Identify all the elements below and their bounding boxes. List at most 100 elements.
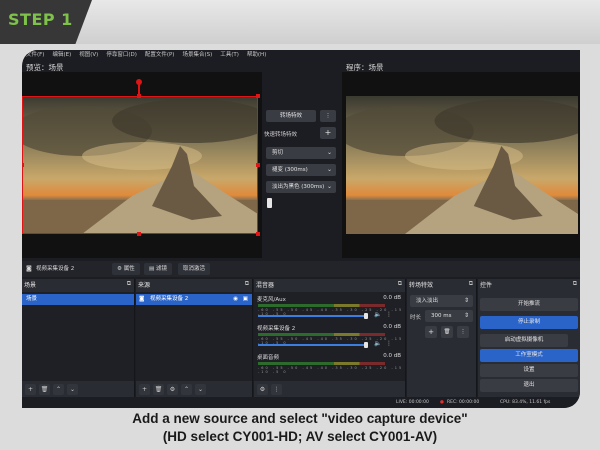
arrow-up-icon[interactable]: ⌃	[53, 384, 64, 395]
add-quick-transition-button[interactable]: +	[320, 127, 336, 139]
deactivate-button[interactable]: 取消激活	[178, 263, 211, 275]
volume-slider-thumb[interactable]	[364, 342, 368, 348]
rec-status: REC: 00:00:00	[447, 400, 480, 405]
volume-slider-thumb[interactable]	[364, 313, 368, 319]
quick-transition-cut-label: 剪切	[272, 150, 284, 156]
resize-handle-bottom-right[interactable]	[256, 232, 260, 236]
volume-slider[interactable]	[258, 344, 368, 346]
speaker-icon[interactable]: 🔈	[374, 311, 381, 318]
header-band	[0, 0, 600, 44]
quick-transition-fade-to-black[interactable]: 淡出为黑色 (300ms) ⌄	[266, 181, 336, 193]
transition-more-button[interactable]: ⋮	[320, 110, 336, 122]
quick-transition-fade[interactable]: 褪变 (300ms) ⌄	[266, 164, 336, 176]
menu-docks[interactable]: 停靠窗口(D)	[106, 50, 137, 61]
status-bar: LIVE: 00:00:00 ● REC: 00:00:00 CPU: 83.4…	[22, 397, 580, 408]
studio-mode-button[interactable]: 工作室模式	[480, 349, 578, 362]
dock-undock-icon[interactable]: ⧉	[573, 280, 577, 288]
transition-button[interactable]: 转场特效	[266, 110, 316, 122]
chevron-down-icon: ⌄	[326, 166, 332, 173]
settings-button[interactable]: 设置	[480, 364, 578, 377]
mixer-channel-name: 桌面音频	[257, 355, 280, 361]
resize-handle-bottom[interactable]	[137, 232, 141, 236]
arrow-down-icon[interactable]: ⌄	[67, 384, 78, 395]
trash-icon[interactable]: 🗑	[153, 384, 164, 395]
scene-item[interactable]: 场景	[22, 294, 134, 305]
resize-handle-left[interactable]	[22, 163, 24, 167]
live-status: LIVE: 00:00:00	[396, 400, 429, 405]
transitions-dock-body: 淡入淡出 ⇕ 时长 300 ms ⇕ + 🗑 ⋮	[407, 292, 476, 381]
filters-button-label: 滤镜	[155, 266, 167, 272]
filters-button[interactable]: ▤ 滤镜	[144, 263, 172, 275]
cpu-status: CPU: 83.4%, 11.61 fps	[500, 400, 551, 405]
more-icon[interactable]: ⋮	[386, 340, 392, 347]
more-icon: ⋮	[460, 329, 466, 335]
gear-icon[interactable]: ⚙	[167, 384, 178, 395]
more-icon[interactable]: ⋮	[386, 311, 392, 318]
duration-spinbox[interactable]: 300 ms ⇕	[425, 310, 473, 322]
quick-transition-label: 快速转场特效	[264, 132, 298, 138]
dock-undock-icon[interactable]: ⧉	[245, 280, 249, 288]
transition-type-label: 淡入淡出	[416, 298, 439, 304]
scenes-list: 场景	[22, 292, 134, 381]
mixer-channel-name: 视频采集设备 2	[257, 326, 296, 332]
resize-handle-top[interactable]	[137, 94, 141, 98]
stop-recording-button[interactable]: 停止录制	[480, 316, 578, 329]
more-icon[interactable]: ⋮	[271, 384, 282, 395]
dock-undock-icon[interactable]: ⧉	[469, 280, 473, 288]
mixer-level-meter	[258, 304, 385, 307]
dock-undock-icon[interactable]: ⧉	[398, 280, 402, 288]
mixer-channel-db: 0.0 dB	[383, 353, 401, 359]
arrow-up-icon[interactable]: ⌃	[181, 384, 192, 395]
chevron-updown-icon: ⇕	[463, 297, 469, 304]
resize-handle-right[interactable]	[256, 163, 260, 167]
properties-button[interactable]: ⚙ 属性	[112, 263, 140, 275]
dock-undock-icon[interactable]: ⧉	[127, 280, 131, 288]
trash-icon[interactable]: 🗑	[39, 384, 50, 395]
transition-properties-button[interactable]: ⋮	[457, 326, 469, 338]
source-selection-box[interactable]	[22, 96, 258, 234]
chevron-updown-icon: ⇕	[463, 312, 469, 319]
quick-transition-cut[interactable]: 剪切 ⌄	[266, 147, 336, 159]
menu-file[interactable]: 文件(F)	[26, 50, 44, 61]
selected-source-name: 视频采集设备 2	[36, 266, 75, 272]
source-item[interactable]: ◙ 视频采集设备 2 ◉ ▣	[136, 294, 252, 305]
gear-icon[interactable]: ⚙	[257, 384, 268, 395]
menu-profile[interactable]: 配置文件(P)	[145, 50, 175, 61]
menu-scene-collection[interactable]: 场景集合(S)	[182, 50, 212, 61]
chevron-down-icon: ⌄	[326, 183, 332, 190]
menu-tools[interactable]: 工具(T)	[220, 50, 239, 61]
add-icon[interactable]: +	[25, 384, 36, 395]
add-icon[interactable]: +	[139, 384, 150, 395]
volume-slider[interactable]	[258, 315, 368, 317]
transition-t-bar[interactable]	[267, 198, 272, 208]
rotation-handle[interactable]	[136, 79, 142, 85]
eye-icon[interactable]: ◉	[233, 294, 238, 305]
gear-icon: ⚙	[117, 266, 122, 272]
resize-handle-top-right[interactable]	[256, 94, 260, 98]
sources-dock: 来源 ⧉ ◙ 视频采集设备 2 ◉ ▣ + 🗑 ⚙ ⌃ ⌄	[136, 279, 253, 397]
lock-icon[interactable]: ▣	[243, 294, 248, 305]
start-streaming-button[interactable]: 开始推流	[480, 298, 578, 311]
scenes-dock-title: 场景	[24, 282, 37, 289]
add-transition-button[interactable]: +	[425, 326, 437, 338]
menu-view[interactable]: 视图(V)	[79, 50, 98, 61]
remove-transition-button[interactable]: 🗑	[441, 326, 453, 338]
scenes-footer: + 🗑 ⌃ ⌄	[25, 384, 78, 395]
start-virtual-camera-button[interactable]: 启动虚拟摄像机	[480, 334, 568, 347]
arrow-down-icon[interactable]: ⌄	[195, 384, 206, 395]
chevron-down-icon: ⌄	[326, 149, 332, 156]
preview-canvas[interactable]	[22, 72, 262, 258]
mixer-level-meter	[258, 362, 385, 365]
menu-bar: 文件(F) 编辑(E) 视图(V) 停靠窗口(D) 配置文件(P) 场景集合(S…	[22, 50, 580, 61]
properties-button-label: 属性	[123, 266, 135, 272]
transition-type-select[interactable]: 淡入淡出 ⇕	[410, 295, 473, 307]
step-label: STEP 1	[8, 10, 73, 29]
source-item-label: 视频采集设备 2	[150, 296, 189, 302]
menu-edit[interactable]: 编辑(E)	[52, 50, 71, 61]
menu-help[interactable]: 帮助(H)	[247, 50, 266, 61]
sources-list: ◙ 视频采集设备 2 ◉ ▣	[136, 292, 252, 381]
quick-transition-fade-to-black-label: 淡出为黑色 (300ms)	[272, 184, 325, 190]
program-canvas	[342, 72, 580, 258]
speaker-icon[interactable]: 🔈	[374, 340, 381, 347]
exit-button[interactable]: 退出	[480, 379, 578, 392]
